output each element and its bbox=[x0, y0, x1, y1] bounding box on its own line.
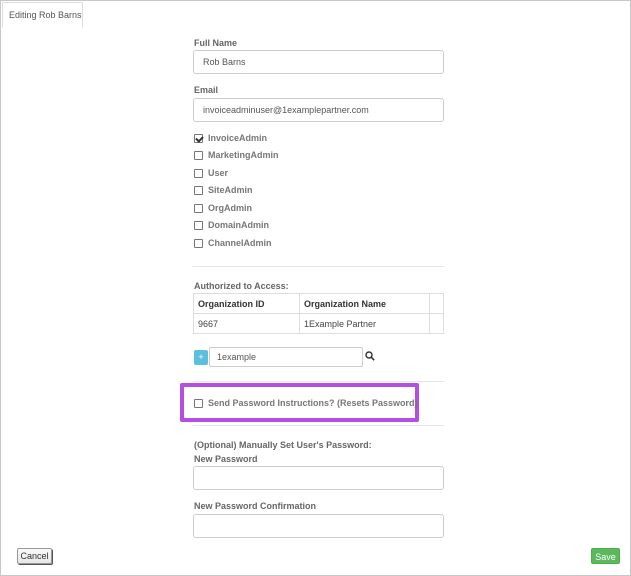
role-channeladmin[interactable]: ChannelAdmin bbox=[194, 237, 272, 249]
add-organization-button[interactable]: + bbox=[194, 350, 208, 365]
checkbox-domainadmin[interactable] bbox=[194, 220, 203, 230]
send-password-option[interactable]: Send Password Instructions? (Resets Pass… bbox=[194, 397, 418, 409]
new-password-confirm-field[interactable] bbox=[193, 514, 444, 538]
column-header-org-id: Organization ID bbox=[193, 293, 300, 314]
column-header-org-name: Organization Name bbox=[299, 293, 430, 314]
email-field[interactable]: invoiceadminuser@1examplepartner.com bbox=[193, 98, 444, 122]
role-marketingadmin[interactable]: MarketingAdmin bbox=[194, 149, 279, 161]
checkbox-orgadmin[interactable] bbox=[194, 203, 203, 213]
search-icon[interactable] bbox=[365, 351, 375, 361]
cell-org-name: 1Example Partner bbox=[299, 313, 430, 334]
role-label: SiteAdmin bbox=[208, 185, 253, 195]
manual-password-heading: (Optional) Manually Set User's Password: bbox=[194, 440, 372, 450]
role-user[interactable]: User bbox=[194, 167, 228, 179]
full-name-field[interactable]: Rob Barns bbox=[193, 50, 444, 74]
full-name-label: Full Name bbox=[194, 38, 238, 48]
access-table: Organization ID Organization Name 9667 1… bbox=[193, 293, 444, 334]
divider bbox=[193, 266, 444, 267]
checkbox-marketingadmin[interactable] bbox=[194, 150, 203, 160]
role-label: InvoiceAdmin bbox=[208, 133, 268, 143]
role-siteadmin[interactable]: SiteAdmin bbox=[194, 184, 253, 196]
new-password-confirm-label: New Password Confirmation bbox=[194, 501, 317, 511]
divider bbox=[193, 381, 444, 382]
role-invoiceadmin[interactable]: InvoiceAdmin bbox=[194, 132, 267, 144]
cancel-button[interactable]: Cancel bbox=[17, 548, 52, 564]
new-password-field[interactable] bbox=[193, 466, 444, 490]
role-label: OrgAdmin bbox=[208, 203, 252, 213]
role-label: ChannelAdmin bbox=[208, 238, 272, 248]
email-label: Email bbox=[194, 85, 219, 95]
cell-org-id: 9667 bbox=[193, 313, 300, 334]
role-orgadmin[interactable]: OrgAdmin bbox=[194, 202, 252, 214]
checkbox-user[interactable] bbox=[194, 168, 203, 178]
table-header-row: Organization ID Organization Name bbox=[193, 293, 444, 314]
access-label: Authorized to Access: bbox=[194, 281, 289, 291]
role-label: User bbox=[208, 168, 229, 178]
new-password-label: New Password bbox=[194, 454, 258, 464]
cell-actions bbox=[429, 313, 444, 334]
role-label: DomainAdmin bbox=[208, 220, 270, 230]
role-domainadmin[interactable]: DomainAdmin bbox=[194, 219, 269, 231]
tab-editing-user[interactable]: Editing Rob Barns bbox=[2, 2, 83, 28]
divider bbox=[193, 425, 444, 426]
send-password-label: Send Password Instructions? (Resets Pass… bbox=[208, 398, 418, 408]
checkbox-siteadmin[interactable] bbox=[194, 185, 203, 195]
save-button[interactable]: Save bbox=[591, 548, 620, 564]
organization-search-input[interactable]: 1example bbox=[209, 347, 363, 367]
checkbox-send-password[interactable] bbox=[194, 398, 203, 408]
checkbox-invoiceadmin[interactable] bbox=[194, 133, 203, 143]
table-row: 9667 1Example Partner bbox=[193, 313, 444, 334]
role-label: MarketingAdmin bbox=[208, 150, 279, 160]
checkbox-channeladmin[interactable] bbox=[194, 238, 203, 248]
column-header-actions bbox=[429, 293, 444, 314]
